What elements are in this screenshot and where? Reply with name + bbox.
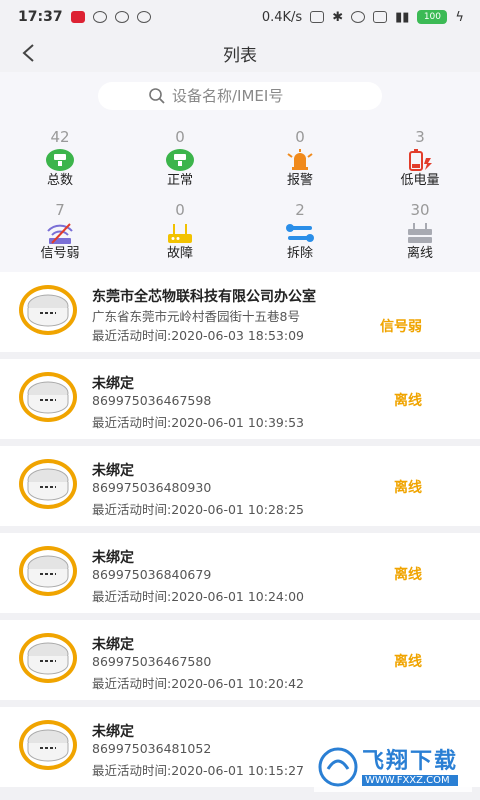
stat-label: 故障	[166, 246, 193, 261]
last-active-time: 最近活动时间:2020-06-01 10:15:27	[92, 763, 304, 778]
fault-icon	[163, 221, 197, 245]
last-active-time: 最近活动时间:2020-06-01 10:20:42	[92, 676, 304, 691]
signal-icon: ▮▮	[395, 9, 410, 25]
search-bar[interactable]	[98, 82, 382, 110]
alarm-clock-icon	[351, 11, 366, 23]
stat-count: 0	[175, 201, 185, 219]
stat-removed[interactable]: 2 拆除	[240, 201, 360, 262]
smoke-detector-icon	[19, 459, 77, 509]
stat-count: 3	[415, 128, 425, 146]
watermark-title: 飞翔下载	[362, 748, 459, 774]
last-active-time: 最近活动时间:2020-06-03 18:53:09	[92, 328, 304, 343]
tools-icon	[283, 221, 317, 245]
stat-fault[interactable]: 0 故障	[120, 201, 240, 262]
device-imei: 869975036480930	[92, 480, 212, 495]
last-active-time: 最近活动时间:2020-06-01 10:24:00	[92, 589, 304, 604]
watermark-logo-icon	[318, 747, 358, 787]
stat-offline[interactable]: 30 离线	[360, 201, 480, 262]
notification-icon	[92, 11, 107, 23]
stat-label: 拆除	[286, 246, 313, 261]
network-speed: 0.4K/s	[261, 9, 303, 25]
device-name: 未绑定	[92, 463, 134, 479]
device-imei: 869975036467580	[92, 654, 212, 669]
offline-icon	[403, 221, 437, 245]
back-button[interactable]	[14, 38, 42, 68]
smoke-detector-icon	[19, 720, 77, 770]
stat-count: 7	[55, 201, 65, 219]
battery-icon: 100	[417, 10, 448, 24]
weak-signal-icon	[43, 221, 77, 245]
total-icon	[43, 148, 77, 172]
vpn-icon	[310, 11, 325, 23]
stat-weak-signal[interactable]: 7 信号弱	[0, 201, 120, 262]
device-card[interactable]: 未绑定 869975036467598 最近活动时间:2020-06-01 10…	[0, 359, 480, 439]
stat-normal[interactable]: 0 正常	[120, 128, 240, 189]
notification-icon	[114, 11, 129, 23]
status-badge: 离线	[394, 480, 422, 496]
device-imei: 869975036467598	[92, 393, 212, 408]
low-battery-icon	[403, 148, 437, 172]
stat-count: 30	[410, 201, 430, 219]
notification-icon	[136, 11, 151, 23]
smoke-detector-icon	[19, 633, 77, 683]
device-name: 未绑定	[92, 724, 134, 740]
stat-label: 总数	[46, 173, 73, 188]
watermark: 飞翔下载 WWW.FXXZ.COM	[314, 742, 472, 792]
stat-count: 0	[295, 128, 305, 146]
summary-panel: 42 总数 0 正常 0 报警 3 低电量	[0, 72, 480, 272]
smoke-detector-icon	[19, 285, 77, 335]
stat-alarm[interactable]: 0 报警	[240, 128, 360, 189]
hd-icon	[373, 11, 388, 23]
stat-label: 离线	[406, 246, 433, 261]
chevron-left-icon	[22, 44, 34, 62]
watermark-text: 飞翔下载 WWW.FXXZ.COM	[362, 748, 459, 786]
last-active-time: 最近活动时间:2020-06-01 10:39:53	[92, 415, 304, 430]
device-card[interactable]: 未绑定 869975036840679 最近活动时间:2020-06-01 10…	[0, 533, 480, 613]
page-title: 列表	[223, 45, 257, 66]
smoke-detector-icon	[19, 546, 77, 596]
device-card[interactable]: 未绑定 869975036467580 最近活动时间:2020-06-01 10…	[0, 620, 480, 700]
status-bar-right: 0.4K/s ✱ ▮▮ 100 ϟ	[262, 10, 464, 25]
device-address: 广东省东莞市元岭村香园街十五巷8号	[92, 309, 300, 324]
stats-grid: 42 总数 0 正常 0 报警 3 低电量 7 信号弱 0 故障 2 拆除 30…	[0, 128, 480, 262]
normal-icon	[163, 148, 197, 172]
last-active-time: 最近活动时间:2020-06-01 10:28:25	[92, 502, 304, 517]
device-name: 东莞市全芯物联科技有限公司办公室	[92, 289, 316, 305]
stat-count: 42	[50, 128, 70, 146]
device-name: 未绑定	[92, 550, 134, 566]
search-input[interactable]	[172, 87, 332, 105]
stat-label: 低电量	[400, 173, 440, 188]
search-icon	[149, 88, 165, 104]
device-card[interactable]: 东莞市全芯物联科技有限公司办公室 广东省东莞市元岭村香园街十五巷8号 最近活动时…	[0, 272, 480, 352]
device-list: 东莞市全芯物联科技有限公司办公室 广东省东莞市元岭村香园街十五巷8号 最近活动时…	[0, 272, 480, 794]
status-badge: 信号弱	[380, 319, 422, 335]
bluetooth-icon: ✱	[332, 9, 344, 25]
smoke-detector-icon	[19, 372, 77, 422]
device-name: 未绑定	[92, 637, 134, 653]
status-bar-left: 17:37	[18, 9, 151, 25]
device-card[interactable]: 未绑定 869975036480930 最近活动时间:2020-06-01 10…	[0, 446, 480, 526]
charging-icon: ϟ	[455, 9, 464, 25]
stat-count: 2	[295, 201, 305, 219]
status-time: 17:37	[18, 9, 63, 25]
status-badge: 离线	[394, 654, 422, 670]
stat-low-battery[interactable]: 3 低电量	[360, 128, 480, 189]
watermark-url: WWW.FXXZ.COM	[362, 774, 459, 786]
status-bar: 17:37 0.4K/s ✱ ▮▮ 100 ϟ	[0, 0, 480, 34]
device-imei: 869975036481052	[92, 741, 212, 756]
nav-bar: 列表	[0, 34, 480, 72]
stat-count: 0	[175, 128, 185, 146]
status-badge: 离线	[394, 567, 422, 583]
status-badge: 离线	[394, 393, 422, 409]
notification-app-icon	[70, 11, 85, 23]
stat-label: 报警	[286, 173, 313, 188]
device-imei: 869975036840679	[92, 567, 212, 582]
stat-total[interactable]: 42 总数	[0, 128, 120, 189]
device-name: 未绑定	[92, 376, 134, 392]
stat-label: 正常	[166, 173, 193, 188]
alarm-bell-icon	[283, 148, 317, 172]
stat-label: 信号弱	[40, 246, 80, 261]
